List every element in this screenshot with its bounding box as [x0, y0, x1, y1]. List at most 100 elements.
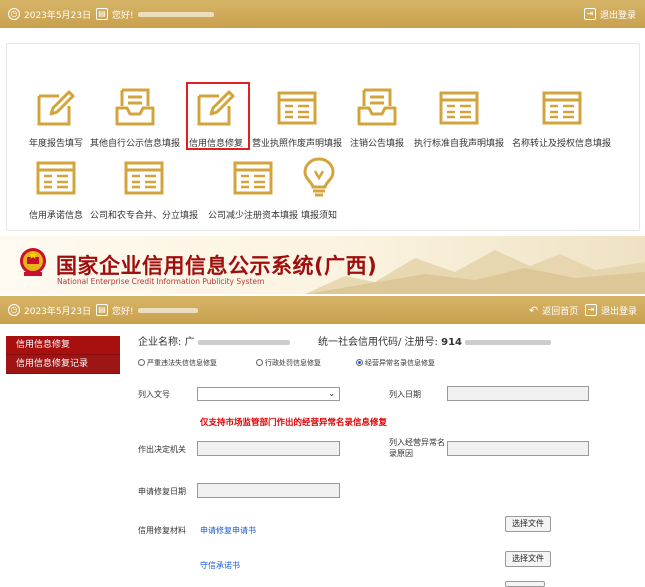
- authority-label: 作出决定机关: [138, 445, 186, 454]
- tile-label: 信用承诺信息: [29, 211, 84, 221]
- user-card-icon: ▤: [96, 8, 108, 20]
- doc-no-select[interactable]: ⌄: [197, 387, 340, 401]
- document-list-icon: [36, 161, 76, 195]
- row2-tile-1[interactable]: 公司和农专合并、分立填报: [90, 154, 198, 221]
- tile-label: 公司和农专合并、分立填报: [90, 211, 199, 221]
- sidebar-item-credit-repair[interactable]: 信用信息修复: [6, 336, 120, 355]
- lightbulb-icon: [303, 157, 335, 197]
- document-list-icon: [277, 91, 317, 125]
- logout-text: 退出登录: [600, 10, 637, 21]
- greeting-text: 您好!: [112, 10, 134, 21]
- radio-circle[interactable]: [256, 359, 263, 366]
- row2-tile-3[interactable]: 填报须知: [296, 154, 342, 221]
- clock-icon: ◷: [8, 304, 20, 316]
- selected-tile-highlight: [186, 82, 250, 150]
- inbox-tray-icon: [90, 84, 180, 130]
- document-list-icon: [124, 161, 164, 195]
- row1-tile-6[interactable]: 名称转让及授权信息填报: [512, 84, 611, 149]
- site-subtitle: National Enterprise Credit Information P…: [57, 277, 265, 286]
- tile-label: 名称转让及授权信息填报: [512, 139, 612, 149]
- row1-tile-0[interactable]: 年度报告填写: [29, 84, 83, 149]
- tile-label: 填报须知: [300, 211, 337, 221]
- reason-label-line1: 列入经营异常名: [389, 438, 445, 447]
- row2-tile-0[interactable]: 信用承诺信息: [29, 154, 83, 221]
- lightbulb-icon: [296, 154, 342, 200]
- reason-label: 列入经营异常名 录原因: [389, 437, 445, 459]
- chevron-down-icon: ⌄: [328, 389, 335, 398]
- edit-doc-icon: [37, 90, 75, 126]
- national-emblem-icon: [20, 248, 46, 276]
- tile-label: 年度报告填写: [29, 139, 84, 149]
- company-value: 广: [184, 337, 195, 348]
- date-text: 2023年5月23日: [24, 10, 92, 21]
- radio-label: 行政处罚信息修复: [265, 359, 321, 367]
- document-list-icon: [252, 84, 342, 130]
- tile-label: 其他自行公示信息填报: [90, 139, 181, 149]
- date-text: 2023年5月23日: [24, 306, 92, 317]
- apply-date-field[interactable]: [197, 483, 340, 498]
- row2-tile-2[interactable]: 公司减少注册资本填报: [208, 154, 298, 221]
- row1-tile-1[interactable]: 其他自行公示信息填报: [90, 84, 180, 149]
- company-name-row: 企业名称: 广: [138, 333, 290, 348]
- row1-tile-4[interactable]: 注销公告填报: [350, 84, 404, 149]
- choose-file-button-3[interactable]: [505, 581, 545, 587]
- document-list-icon: [439, 91, 479, 125]
- logout-link[interactable]: ⇥ 退出登录: [584, 0, 636, 28]
- clock-icon: ◷: [8, 8, 20, 20]
- document-list-icon: [90, 154, 198, 200]
- document-list-icon: [29, 154, 83, 200]
- logout-icon: ⇥: [585, 304, 597, 316]
- masked-username: [137, 11, 214, 17]
- date-item: ◷ 2023年5月23日: [8, 296, 91, 324]
- inbox-tray-icon: [115, 88, 155, 126]
- tile-label: 公司减少注册资本填报: [208, 211, 299, 221]
- row1-tile-3[interactable]: 营业执照作废声明填报: [252, 84, 342, 149]
- inbox-tray-icon: [357, 88, 397, 126]
- doc-no-label: 列入文号: [138, 390, 170, 399]
- application-link[interactable]: 申请修复申请书: [200, 525, 256, 536]
- radio-label: 严重违法失信信息修复: [147, 359, 217, 367]
- list-date-field[interactable]: [447, 386, 589, 401]
- sidebar-item-repair-records[interactable]: 信用信息修复记录: [6, 355, 120, 374]
- choose-file-button-1[interactable]: 选择文件: [505, 516, 551, 532]
- radio-circle[interactable]: [138, 359, 145, 366]
- home-link[interactable]: ↶ 返回首页: [529, 296, 578, 324]
- greeting-text: 您好!: [112, 306, 134, 317]
- tile-label: 注销公告填报: [350, 139, 405, 149]
- reason-label-line2: 录原因: [389, 449, 413, 458]
- choose-file-button-2[interactable]: 选择文件: [505, 551, 551, 567]
- top-bar: ◷ 2023年5月23日 ▤ 您好! ⇥ 退出登录: [0, 0, 645, 28]
- edit-doc-icon: [29, 84, 83, 130]
- return-icon: ↶: [529, 303, 539, 317]
- user-greeting: ▤ 您好!: [96, 0, 214, 28]
- masked-company-name: [197, 340, 290, 345]
- logout-icon: ⇥: [584, 8, 596, 20]
- site-title: 国家企业信用信息公示系统(广西): [56, 254, 378, 278]
- materials-label: 信用修复材料: [138, 526, 186, 535]
- company-label: 企业名称:: [138, 337, 182, 348]
- credit-code-value: 914: [441, 337, 462, 348]
- radio-label: 经营异常名录信息修复: [365, 359, 435, 367]
- row1-tile-5[interactable]: 执行标准自我声明填报: [414, 84, 504, 149]
- promise-link[interactable]: 守信承诺书: [200, 560, 240, 571]
- masked-credit-code: [465, 340, 552, 345]
- document-list-icon: [542, 91, 581, 125]
- document-list-icon: [208, 154, 298, 200]
- reason-field[interactable]: [447, 441, 589, 456]
- radio-abnormal-operation[interactable]: 经营异常名录信息修复: [356, 358, 435, 368]
- user-card-icon: ▤: [96, 304, 108, 316]
- radio-serious-violation[interactable]: 严重违法失信信息修复: [138, 358, 217, 368]
- credit-code-label: 统一社会信用代码/ 注册号:: [318, 337, 438, 348]
- authority-field[interactable]: [197, 441, 340, 456]
- tile-label: 营业执照作废声明填报: [252, 139, 343, 149]
- user-greeting: ▤ 您好!: [96, 296, 198, 324]
- document-list-icon: [414, 84, 504, 130]
- sub-bar: ◷ 2023年5月23日 ▤ 您好! ↶ 返回首页 ⇥ 退出登录: [0, 296, 645, 324]
- inbox-tray-icon: [350, 84, 404, 130]
- credit-code-row: 统一社会信用代码/ 注册号: 914: [318, 333, 552, 348]
- radio-circle[interactable]: [356, 359, 363, 366]
- home-text: 返回首页: [542, 306, 579, 317]
- document-list-icon: [233, 161, 273, 195]
- radio-admin-penalty[interactable]: 行政处罚信息修复: [256, 358, 321, 368]
- logout-link[interactable]: ⇥ 退出登录: [585, 296, 637, 324]
